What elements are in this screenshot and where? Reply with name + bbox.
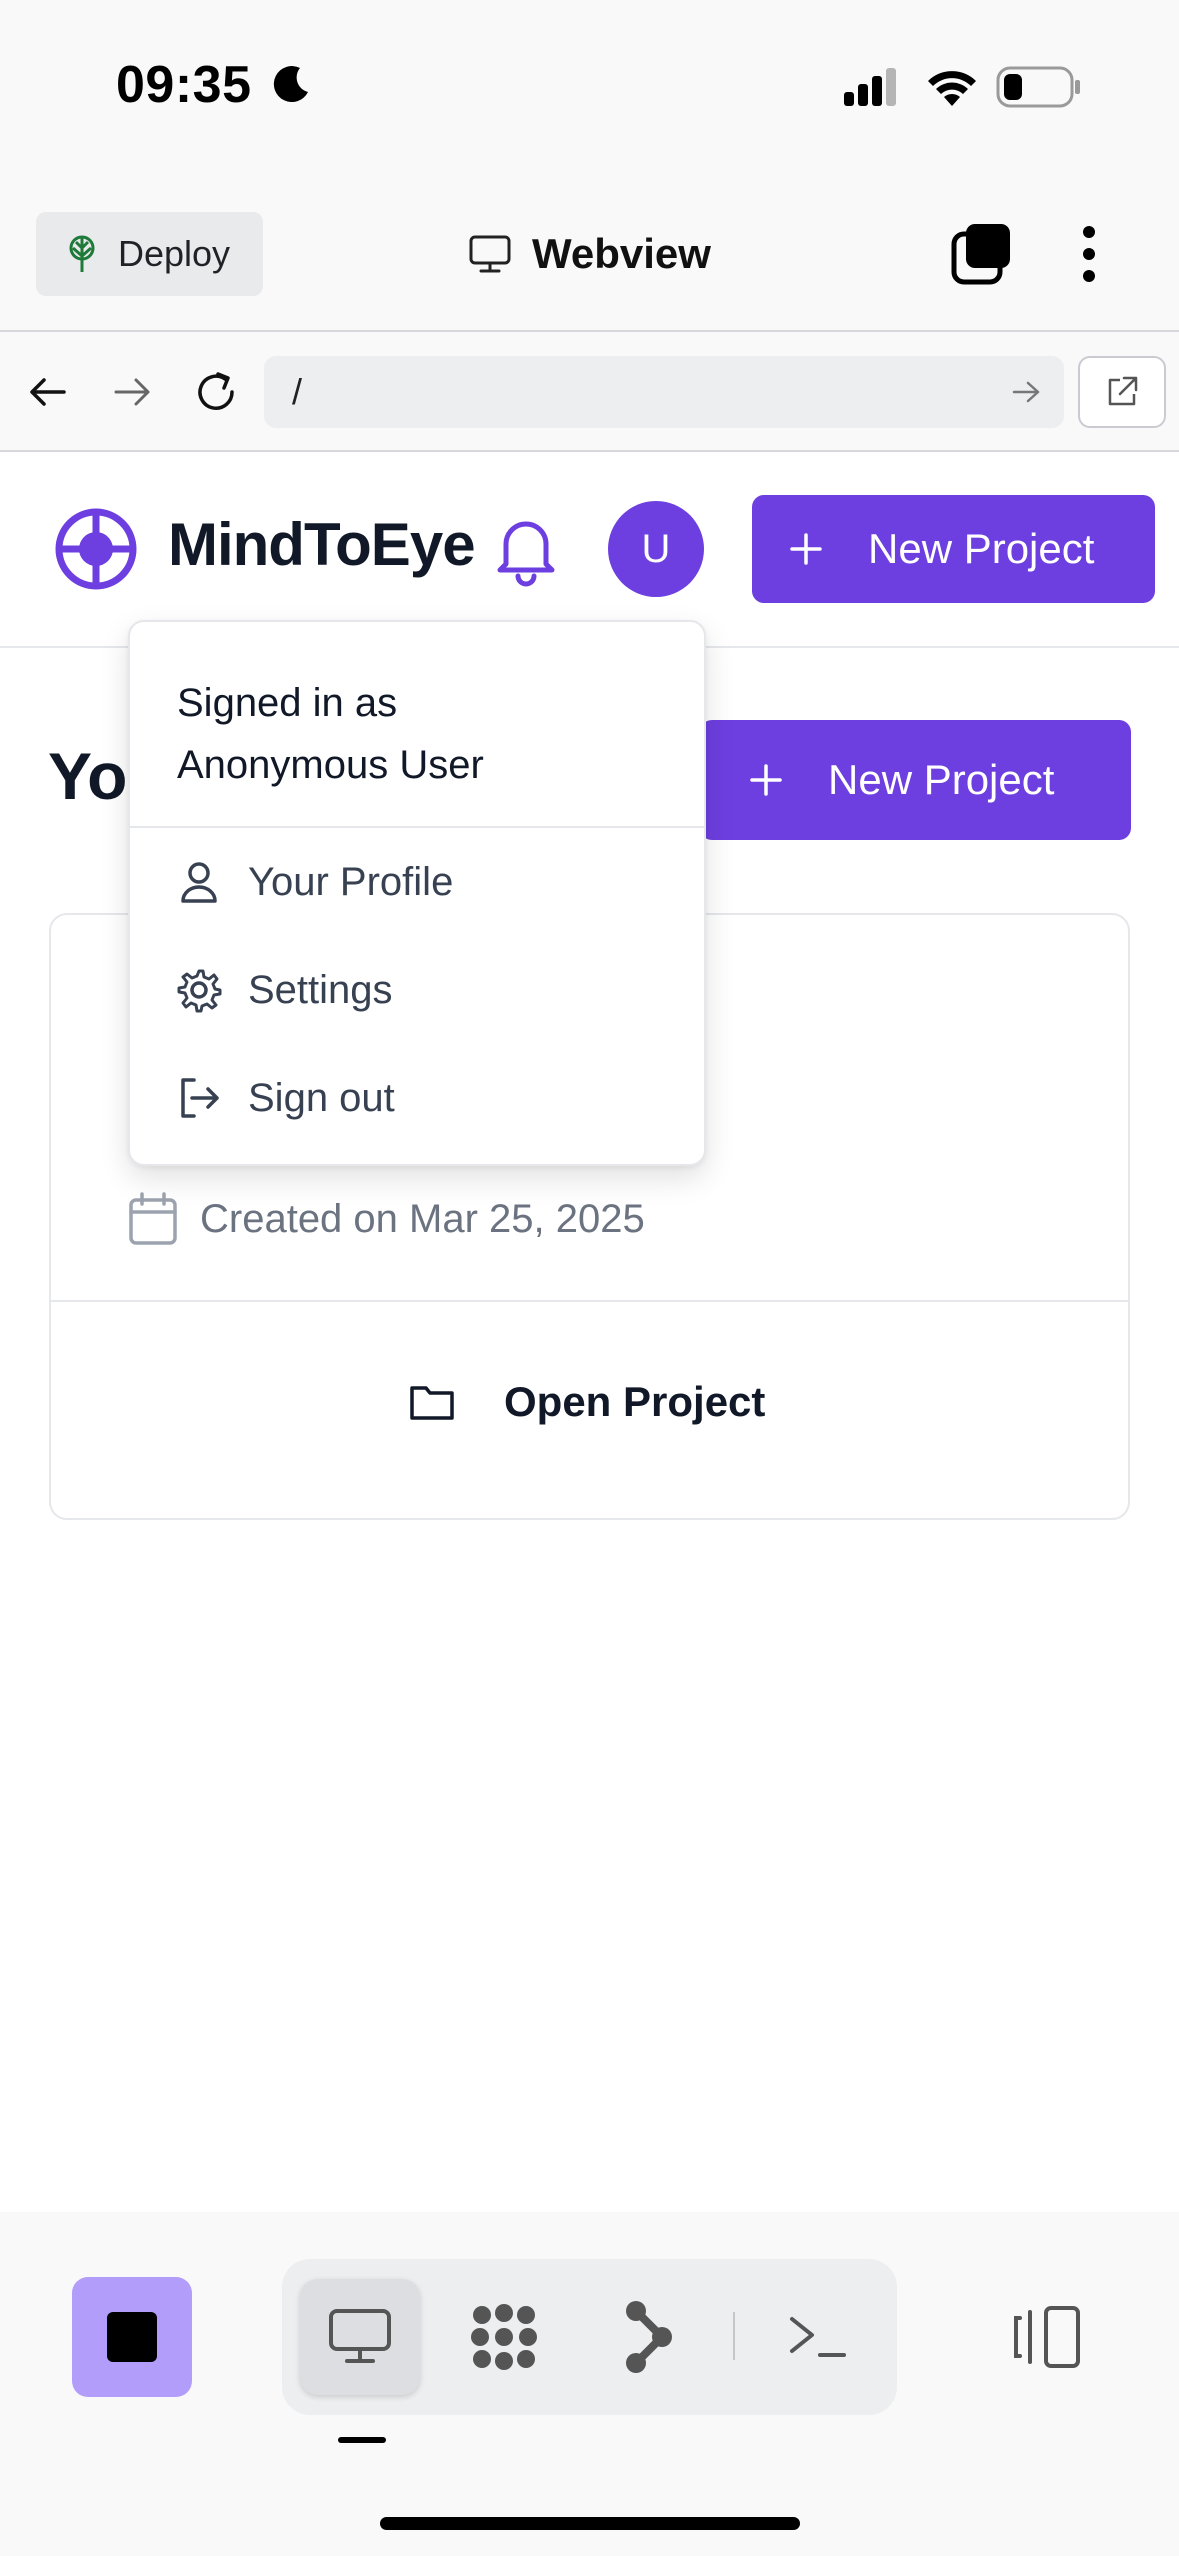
header-new-project-label: New Project: [868, 525, 1095, 572]
deploy-icon: [69, 235, 95, 272]
card-divider: [51, 1300, 1128, 1302]
page-title: Yo: [48, 739, 128, 813]
tool-git[interactable]: [588, 2279, 708, 2395]
home-indicator: [380, 2517, 800, 2530]
folder-icon: [410, 1386, 454, 1420]
plus-icon: [790, 533, 822, 565]
tool-agent[interactable]: [444, 2279, 564, 2395]
sign-out-icon: [181, 1078, 219, 1118]
header-new-project-button[interactable]: New Project: [752, 495, 1155, 603]
status-time: 09:35: [116, 56, 252, 114]
menu-item-label: Your Profile: [248, 859, 454, 904]
battery-icon: [996, 66, 1080, 108]
signed-in-user-name: Anonymous User: [177, 743, 484, 787]
stop-icon: [107, 2312, 157, 2362]
reload-icon[interactable]: [192, 368, 240, 416]
tabs-switcher-icon[interactable]: [950, 222, 1014, 286]
wifi-icon: [928, 71, 976, 106]
plus-icon: [750, 764, 782, 796]
forward-arrow-icon[interactable]: [110, 372, 154, 412]
menu-divider: [130, 826, 704, 828]
webview-label: Webview: [532, 230, 711, 277]
url-input[interactable]: /: [264, 356, 1064, 428]
menu-item-label: Settings: [248, 967, 393, 1012]
signed-in-prefix: Signed in as: [177, 681, 398, 725]
project-created-date: Created on Mar 25, 2025: [128, 1192, 645, 1246]
split-view-icon[interactable]: [1010, 2302, 1084, 2372]
gear-icon: [177, 969, 222, 1013]
moon-icon: [273, 66, 308, 103]
tool-separator: [733, 2312, 735, 2360]
cellular-signal-icon: [844, 68, 896, 106]
bell-icon[interactable]: [492, 512, 560, 588]
monitor-icon: [329, 2309, 391, 2363]
deploy-label: Deploy: [118, 233, 231, 274]
menu-item-label: Sign out: [248, 1075, 395, 1120]
user-avatar-button[interactable]: U: [608, 501, 704, 597]
new-project-button[interactable]: New Project: [700, 720, 1131, 840]
external-link-icon: [1108, 376, 1138, 406]
created-label: Created on Mar 25, 2025: [200, 1196, 645, 1241]
menu-item-sign-out[interactable]: Sign out: [176, 1058, 395, 1138]
signed-in-info: Signed in as Anonymous User: [177, 672, 484, 796]
open-project-button[interactable]: Open Project: [408, 1378, 765, 1426]
menu-item-settings[interactable]: Settings: [176, 950, 393, 1030]
brand-name[interactable]: MindToEye: [168, 510, 476, 579]
monitor-icon: [469, 235, 511, 273]
user-icon: [181, 862, 217, 903]
avatar-letter: U: [641, 526, 671, 571]
new-project-label: New Project: [828, 756, 1055, 803]
open-project-label: Open Project: [504, 1378, 766, 1425]
more-options-icon[interactable]: [1072, 222, 1106, 286]
back-arrow-icon[interactable]: [26, 372, 70, 412]
tool-webview[interactable]: [300, 2279, 420, 2395]
webview-tab-title[interactable]: Webview: [468, 224, 711, 284]
terminal-icon: [790, 2317, 846, 2357]
calendar-icon: [129, 1192, 177, 1245]
brand-logo-icon[interactable]: [54, 507, 138, 591]
tool-shell[interactable]: [758, 2279, 878, 2395]
git-branch-icon: [626, 2301, 672, 2373]
stop-button[interactable]: [72, 2277, 192, 2397]
open-external-button[interactable]: [1078, 356, 1166, 428]
go-arrow-icon[interactable]: [1010, 378, 1042, 406]
deploy-button[interactable]: Deploy: [36, 212, 263, 296]
agent-icon: [471, 2304, 537, 2370]
url-value: /: [292, 371, 303, 412]
active-tool-indicator: [338, 2437, 386, 2443]
menu-item-your-profile[interactable]: Your Profile: [176, 842, 453, 922]
